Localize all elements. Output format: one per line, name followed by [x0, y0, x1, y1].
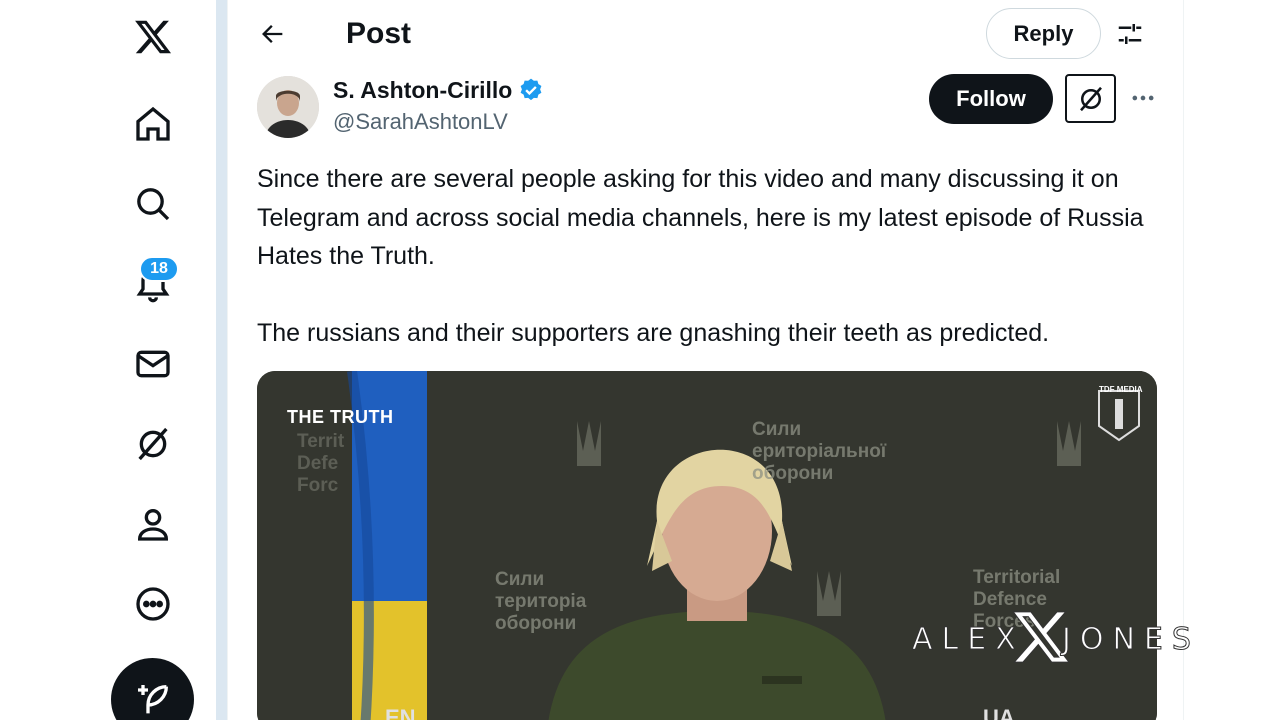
alex-jones-watermark: ALEX JONES: [912, 606, 1202, 668]
compose-button[interactable]: [111, 658, 194, 720]
grok-icon: [1079, 86, 1102, 111]
more-circle-icon[interactable]: [122, 573, 184, 635]
watermark-right: JONES: [1062, 622, 1200, 658]
sliders-icon[interactable]: [1110, 14, 1150, 54]
wall-text-en-left: Territ Defe Forc: [297, 431, 345, 496]
author-handle[interactable]: @SarahAshtonLV: [333, 108, 508, 136]
notification-badge: 18: [139, 256, 179, 282]
wall-text-ua-top: Сили ериторіальної оборони: [752, 419, 887, 484]
home-icon[interactable]: [122, 93, 184, 155]
wall-text-ua-mid: Сили територіа оборони: [495, 569, 587, 634]
author-name-text[interactable]: S. Ashton-Cirillo: [333, 76, 512, 104]
more-options-icon[interactable]: [1125, 80, 1161, 116]
search-icon[interactable]: [122, 173, 184, 235]
post-text: Since there are several people asking fo…: [257, 165, 1144, 347]
lang-label-en: EN: [385, 705, 416, 720]
avatar[interactable]: [257, 76, 319, 138]
feather-plus-icon: [137, 684, 168, 713]
grok-icon[interactable]: [122, 413, 184, 475]
scrollbar[interactable]: [216, 0, 228, 720]
grok-explain-button[interactable]: [1065, 74, 1116, 123]
back-arrow-icon[interactable]: [253, 14, 293, 54]
mail-icon[interactable]: [122, 333, 184, 395]
page-title: Post: [346, 17, 412, 50]
reply-button[interactable]: Reply: [986, 8, 1101, 59]
watermark-left: ALEX: [912, 622, 1025, 658]
video-corner-label: TDF MEDIA: [1099, 385, 1143, 394]
lang-label-ua: UA: [983, 705, 1015, 720]
follow-button[interactable]: Follow: [929, 74, 1053, 124]
video-overlay-title: THE TRUTH: [287, 407, 394, 427]
person-icon[interactable]: [122, 493, 184, 555]
left-nav: 18: [0, 0, 216, 720]
verified-badge-icon: [520, 78, 542, 101]
author-name[interactable]: S. Ashton-Cirillo: [333, 76, 544, 104]
x-logo-icon[interactable]: [122, 6, 184, 68]
